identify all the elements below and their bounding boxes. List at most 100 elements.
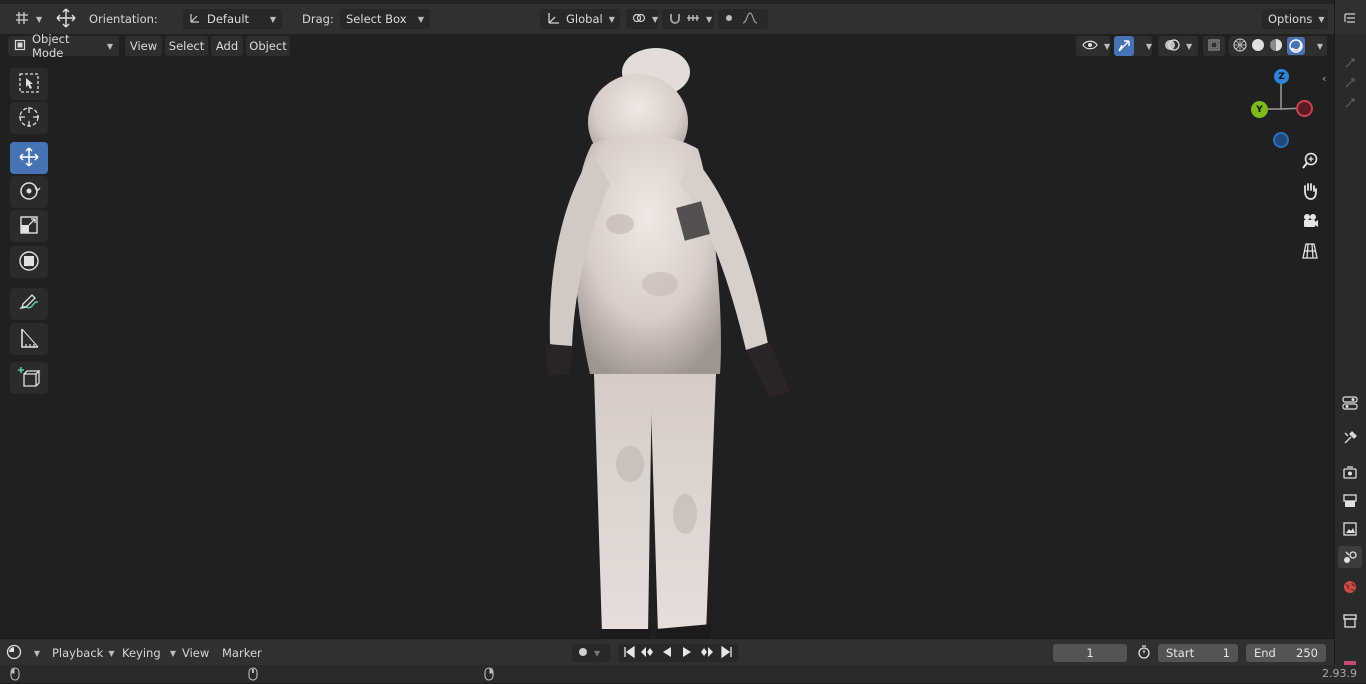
orientation-dropdown[interactable]: Default ▼ — [183, 9, 282, 29]
play-reverse-icon — [661, 646, 673, 661]
y-axis-ball[interactable]: Y — [1251, 101, 1268, 118]
wireframe-shading-icon[interactable] — [1233, 37, 1247, 55]
view-layer-properties-icon[interactable] — [1338, 518, 1362, 540]
solid-shading-icon[interactable] — [1251, 38, 1265, 55]
character-model[interactable] — [530, 44, 810, 638]
jump-to-start-button[interactable] — [620, 645, 638, 661]
play-icon — [681, 646, 693, 661]
end-value: 250 — [1296, 646, 1318, 660]
snapping-group[interactable]: ▼ — [662, 9, 714, 29]
pencil-icon — [17, 291, 41, 318]
add-cube-tool[interactable] — [10, 362, 48, 394]
material-shading-icon[interactable] — [1269, 38, 1283, 55]
pivot-link-icon — [632, 12, 646, 27]
timeline-menu-view[interactable]: View — [182, 646, 209, 660]
drag-dropdown[interactable]: Select Box ▼ — [340, 9, 430, 29]
transform-tool[interactable] — [10, 246, 48, 278]
status-bar: 2.93.9 — [0, 665, 1366, 683]
xray-icon — [1208, 38, 1220, 54]
frame-start-field[interactable]: Start 1 — [1158, 644, 1238, 662]
pivot-point-dropdown[interactable]: ▼ — [626, 9, 658, 29]
options-dropdown[interactable]: Options ▼ — [1262, 9, 1328, 29]
menu-view[interactable]: View — [125, 36, 162, 56]
output-properties-icon[interactable] — [1338, 490, 1362, 512]
scale-icon — [18, 214, 40, 239]
menu-select[interactable]: Select — [165, 36, 208, 56]
z-axis-label: Z — [1278, 71, 1285, 82]
tool-properties-icon[interactable] — [1338, 427, 1362, 449]
pan-button[interactable] — [1296, 180, 1324, 204]
scale-tool[interactable] — [10, 210, 48, 242]
world-properties-icon[interactable] — [1338, 576, 1362, 598]
current-frame-field[interactable]: 1 — [1053, 644, 1127, 662]
z-axis-ball[interactable]: Z — [1274, 69, 1289, 84]
playback-label: Playback — [52, 646, 104, 660]
rendered-shading-icon[interactable] — [1287, 37, 1305, 55]
overlays-dropdown[interactable]: ▼ — [1158, 36, 1198, 56]
cursor-tool[interactable] — [10, 102, 48, 134]
properties-options-icon[interactable] — [1338, 392, 1362, 414]
navigation-gizmo[interactable]: Z Y — [1245, 68, 1325, 148]
chevron-down-icon: ▼ — [108, 648, 115, 658]
orientation-label: Orientation: — [89, 12, 158, 26]
3d-viewport[interactable]: Object Mode ▼ View Select Add Object ▼ ▼… — [0, 34, 1334, 638]
version-label: 2.93.9 — [1322, 667, 1357, 680]
gizmo-toggle-group[interactable]: ▼ — [1114, 36, 1152, 56]
transform-orientation-dropdown[interactable]: Global ▼ — [540, 9, 620, 29]
editor-type-button[interactable]: ▼ — [8, 9, 43, 29]
options-label: Options — [1268, 12, 1313, 26]
gizmo-arrow-icon — [1114, 36, 1134, 56]
chevron-down-icon: ▼ — [1186, 41, 1193, 51]
select-box-tool[interactable] — [10, 68, 48, 100]
menu-add[interactable]: Add — [211, 36, 243, 56]
restrict-select-icon[interactable] — [1338, 72, 1362, 94]
chevron-down-icon: ▼ — [594, 648, 601, 658]
timeline-menu-marker[interactable]: Marker — [222, 646, 262, 660]
menu-view-label: View — [129, 39, 158, 53]
jump-to-keyframe-forward-button[interactable] — [698, 645, 716, 661]
move-arrows-icon — [17, 145, 41, 172]
start-label: Start — [1166, 646, 1195, 660]
zoom-button[interactable] — [1296, 150, 1324, 174]
ortho-toggle-button[interactable] — [1296, 240, 1324, 264]
timeline-menu-playback[interactable]: Playback ▼ — [44, 644, 114, 662]
annotate-tool[interactable] — [10, 288, 48, 320]
grid-move-icon — [14, 11, 30, 28]
frame-end-field[interactable]: End 250 — [1246, 644, 1326, 662]
transform-tool-icon-button[interactable] — [50, 8, 76, 29]
restrict-select-icon[interactable] — [1338, 92, 1362, 114]
sidebar-toggle-chevron-icon[interactable]: ‹ — [1322, 72, 1326, 85]
scene-properties-icon[interactable] — [1338, 546, 1362, 568]
move-tool[interactable] — [10, 142, 48, 174]
jump-to-keyframe-back-button[interactable] — [638, 645, 656, 661]
z-axis-negative-ball[interactable] — [1273, 132, 1289, 148]
xray-toggle[interactable] — [1203, 36, 1225, 56]
start-value: 1 — [1222, 646, 1230, 660]
measure-tool[interactable] — [10, 323, 48, 355]
play-reverse-button[interactable] — [658, 645, 676, 661]
restrict-select-icon[interactable] — [1338, 52, 1362, 74]
preview-range-toggle[interactable] — [1134, 644, 1154, 662]
chevron-down-icon: ▼ — [36, 14, 43, 24]
visibility-dropdown[interactable]: ▼ — [1076, 36, 1110, 56]
menu-object[interactable]: Object — [246, 36, 290, 56]
clock-icon — [6, 644, 22, 663]
play-button[interactable] — [678, 645, 696, 661]
proportional-editing-group[interactable] — [718, 9, 768, 29]
shading-mode-group[interactable]: ▼ — [1229, 36, 1327, 56]
auto-keying-toggle[interactable]: ▼ — [572, 644, 610, 662]
camera-view-button[interactable] — [1296, 210, 1324, 234]
collection-properties-icon[interactable] — [1338, 610, 1362, 632]
magnet-icon — [668, 11, 682, 28]
jump-to-end-button[interactable] — [718, 645, 736, 661]
rotate-tool[interactable] — [10, 176, 48, 208]
render-properties-icon[interactable] — [1338, 462, 1362, 484]
outliner-icon[interactable] — [1338, 8, 1362, 30]
timeline-editor-type-button[interactable]: ▼ — [6, 644, 40, 662]
chevron-down-icon: ▼ — [169, 648, 176, 658]
overlay-circles-icon — [1164, 38, 1180, 55]
chevron-down-icon: ▼ — [106, 41, 113, 51]
x-axis-negative-ball[interactable] — [1296, 100, 1313, 117]
object-mode-dropdown[interactable]: Object Mode ▼ — [8, 34, 119, 60]
timeline-menu-keying[interactable]: Keying ▼ — [114, 644, 176, 662]
